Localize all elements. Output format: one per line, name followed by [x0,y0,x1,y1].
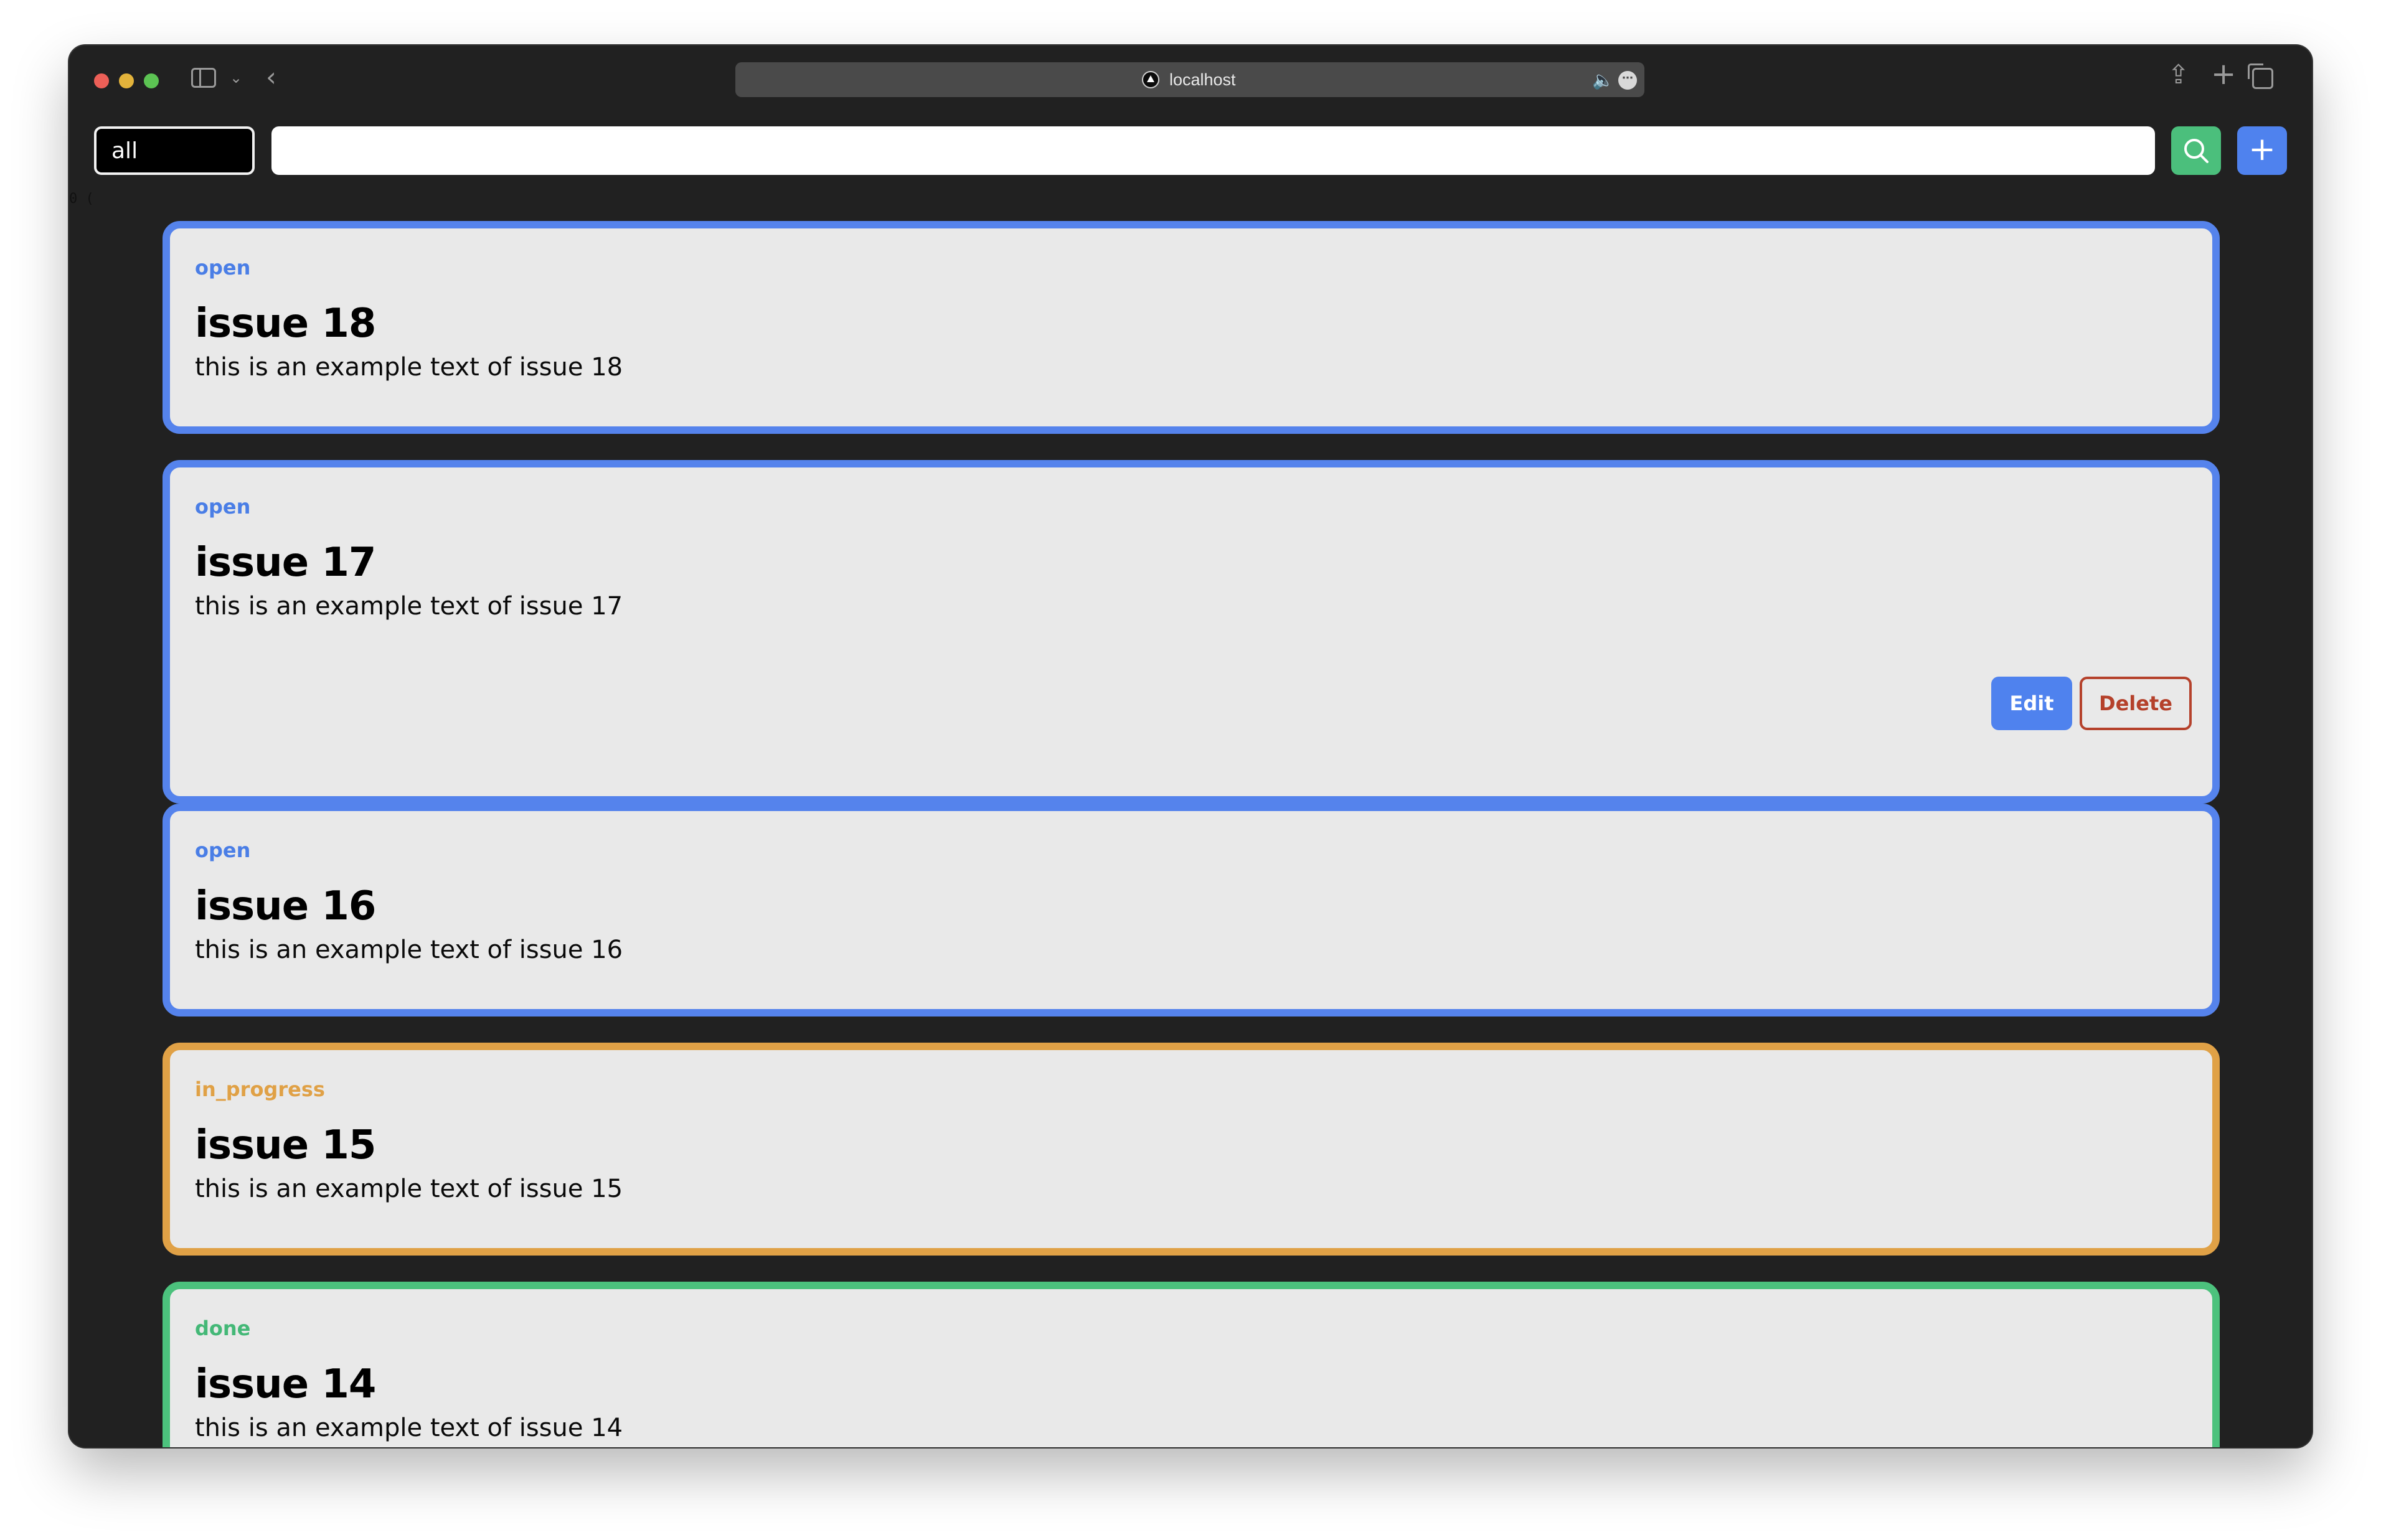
address-bar[interactable]: localhost 🔈 ⋯ [735,62,1644,97]
maximize-window-button[interactable] [144,73,159,88]
search-input[interactable] [271,126,2155,175]
issue-status: open [195,256,251,279]
issue-description: this is an example text of issue 17 [195,592,623,621]
url-text: localhost [1169,70,1236,89]
issue-title: issue 18 [195,301,376,347]
minimize-window-button[interactable] [119,73,134,88]
tab-overview-icon[interactable] [2248,63,2273,89]
edit-button[interactable]: Edit [1991,677,2072,730]
issue-description: this is an example text of issue 16 [195,936,623,964]
search-icon [2184,139,2209,163]
stray-text: 0 ( [69,191,94,207]
issue-card[interactable]: open issue 16 this is an example text of… [163,804,2220,1016]
issue-status: in_progress [195,1078,325,1101]
issue-card[interactable]: open issue 18 this is an example text of… [163,221,2220,434]
search-button[interactable] [2171,126,2221,175]
issue-card[interactable]: in_progress issue 15 this is an example … [163,1043,2220,1256]
close-window-button[interactable] [94,73,109,88]
delete-button[interactable]: Delete [2080,677,2192,730]
site-favicon-icon [1142,71,1159,88]
issue-status: open [195,838,251,862]
issue-card[interactable]: open issue 17 this is an example text of… [163,460,2220,804]
issue-description: this is an example text of issue 15 [195,1175,623,1203]
chevron-down-icon[interactable]: ⌄ [230,70,242,85]
issue-title: issue 14 [195,1361,376,1407]
issue-status: done [195,1317,251,1340]
browser-window: ⌄ ‹ localhost 🔈 ⋯ ⇪ + all + 0 ( open iss… [69,45,2312,1447]
issue-card[interactable]: done issue 14 this is an example text of… [163,1282,2220,1447]
more-options-icon[interactable]: ⋯ [1618,71,1637,90]
issue-description: this is an example text of issue 14 [195,1414,623,1442]
issue-description: this is an example text of issue 18 [195,353,623,382]
issue-title: issue 15 [195,1122,376,1168]
status-filter-select[interactable]: all [94,126,255,175]
speaker-icon[interactable]: 🔈 [1592,70,1614,90]
issue-title: issue 16 [195,883,376,929]
add-issue-button[interactable]: + [2237,126,2287,175]
issue-status: open [195,495,251,519]
share-icon[interactable]: ⇪ [2167,62,2189,88]
issue-title: issue 17 [195,540,376,586]
sidebar-toggle-icon[interactable] [191,68,216,88]
new-tab-icon[interactable]: + [2211,59,2236,89]
back-chevron-icon[interactable]: ‹ [266,64,276,90]
browser-titlebar: ⌄ ‹ localhost 🔈 ⋯ ⇪ + [69,45,2312,111]
